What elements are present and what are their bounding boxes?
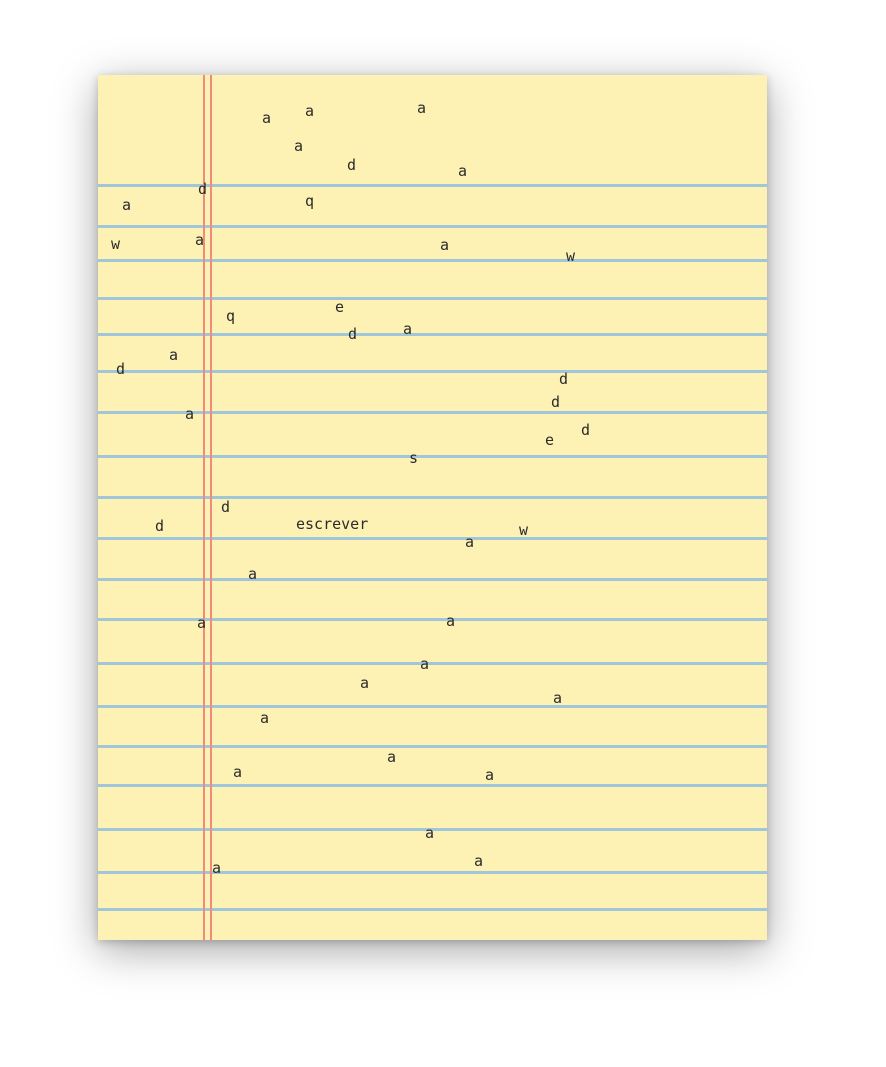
paper-rule <box>98 705 767 708</box>
paper-rule <box>98 411 767 414</box>
typed-letter: a <box>169 346 179 364</box>
typed-letter: d <box>155 517 165 535</box>
typed-letter: a <box>294 137 304 155</box>
typed-letter: d <box>221 498 231 516</box>
typed-letter: a <box>420 655 430 673</box>
typed-letter: a <box>262 109 272 127</box>
typed-letter: s <box>409 449 419 467</box>
typed-letter: a <box>474 852 484 870</box>
typed-letter: a <box>387 748 397 766</box>
paper-rule <box>98 908 767 911</box>
typed-letter: a <box>185 405 195 423</box>
typed-letter: d <box>116 360 126 378</box>
typed-letter: a <box>195 231 205 249</box>
paper-rule <box>98 745 767 748</box>
typed-letter: d <box>198 180 208 198</box>
paper-rule <box>98 333 767 336</box>
paper-rule <box>98 537 767 540</box>
paper-rule <box>98 871 767 874</box>
paper-rule <box>98 370 767 373</box>
paper-rule <box>98 259 767 262</box>
typed-letter: d <box>348 325 358 343</box>
typed-letter: d <box>347 156 357 174</box>
paper-rule <box>98 496 767 499</box>
paper-rule <box>98 455 767 458</box>
typed-letter: w <box>111 235 121 253</box>
typed-letter: a <box>260 709 270 727</box>
paper-rule <box>98 578 767 581</box>
typed-letter: e <box>545 431 555 449</box>
typed-letter: w <box>566 247 576 265</box>
typed-letter: q <box>305 192 315 210</box>
notepad-paper[interactable]: escrever a a a a d a d a q w a a w q e d… <box>98 75 767 940</box>
typed-letter: a <box>122 196 132 214</box>
paper-rule <box>98 297 767 300</box>
typed-letter: d <box>559 370 569 388</box>
typed-word: escrever <box>296 515 369 533</box>
margin-line <box>210 75 212 940</box>
typed-letter: e <box>335 298 345 316</box>
typed-letter: a <box>403 320 413 338</box>
typed-letter: a <box>465 533 475 551</box>
typed-letter: a <box>458 162 468 180</box>
typed-letter: a <box>212 859 222 877</box>
typed-letter: a <box>197 614 207 632</box>
typed-letter: q <box>226 307 236 325</box>
paper-rule <box>98 225 767 228</box>
margin-line <box>203 75 205 940</box>
typed-letter: a <box>485 766 495 784</box>
typed-letter: a <box>305 102 315 120</box>
typed-letter: a <box>233 763 243 781</box>
paper-rule <box>98 784 767 787</box>
typed-letter: a <box>446 612 456 630</box>
typed-letter: d <box>581 421 591 439</box>
typed-letter: d <box>551 393 561 411</box>
typed-letter: a <box>248 565 258 583</box>
typed-letter: a <box>425 824 435 842</box>
paper-rule <box>98 662 767 665</box>
typed-letter: a <box>440 236 450 254</box>
typed-letter: a <box>360 674 370 692</box>
typed-letter: w <box>519 521 529 539</box>
typed-letter: a <box>553 689 563 707</box>
typed-letter: a <box>417 99 427 117</box>
